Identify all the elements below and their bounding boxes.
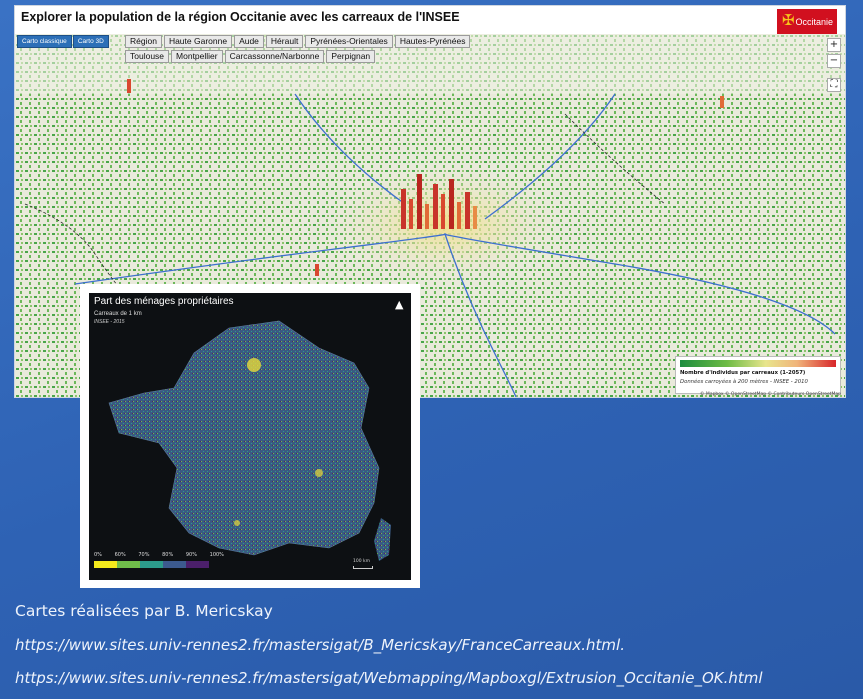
- legend-label: 80%: [162, 552, 174, 558]
- region-button-aude[interactable]: Aude: [234, 35, 264, 48]
- zoom-out-button[interactable]: −: [827, 54, 841, 68]
- legend-title: Nombre d'individus par carreaux (1-2057): [680, 370, 806, 376]
- legend-swatch: [94, 561, 117, 568]
- legend-label: 70%: [138, 552, 150, 558]
- fullscreen-icon[interactable]: ⛶: [827, 78, 841, 92]
- legend-source: Données carroyées à 200 mètres - INSEE -…: [680, 379, 808, 385]
- region-button-herault[interactable]: Hérault: [265, 35, 304, 48]
- inset-title: Part des ménages propriétaires: [94, 296, 234, 307]
- zoom-in-button[interactable]: +: [827, 38, 841, 52]
- region-button-pyrenees-orientales[interactable]: Pyrénées-Orientales: [305, 35, 393, 48]
- caption-author: Cartes réalisées par B. Mericskay: [15, 602, 273, 620]
- scale-label: 100 km: [353, 559, 371, 564]
- inset-source: INSEE - 2015: [94, 319, 125, 325]
- zoom-controls: + − ⛶: [827, 38, 841, 92]
- region-button-region[interactable]: Région: [125, 35, 162, 48]
- inset-subtitle: Carreaux de 1 km: [94, 311, 142, 317]
- tab-carto-classique[interactable]: Carto classique: [17, 35, 72, 48]
- map-attribution: © Mapbox © OpenStreetMap © Contributeurs…: [700, 392, 841, 397]
- logo-label: Occitanie: [795, 17, 833, 27]
- map-legend: Nombre d'individus par carreaux (1-2057)…: [675, 356, 841, 394]
- legend-swatch: [140, 561, 163, 568]
- occitan-cross-icon: ✠: [782, 12, 795, 29]
- region-button-hautes-pyrenees[interactable]: Hautes-Pyrénées: [394, 35, 471, 48]
- scale-bar: [353, 566, 373, 569]
- region-button-montpellier[interactable]: Montpellier: [171, 50, 223, 63]
- region-button-carcassonne-narbonne[interactable]: Carcassonne/Narbonne: [224, 50, 325, 63]
- legend-color-ramp: [680, 360, 836, 367]
- legend-label: 100%: [209, 552, 224, 558]
- region-buttons: Région Haute Garonne Aude Hérault Pyréné…: [125, 35, 485, 63]
- occitanie-logo: ✠ Occitanie: [777, 9, 837, 35]
- inset-legend-labels: 0% 60% 70% 80% 90% 100%: [94, 552, 224, 558]
- inset-legend: 0% 60% 70% 80% 90% 100%: [94, 552, 224, 568]
- legend-label: 90%: [185, 552, 197, 558]
- inset-map-canvas: Part des ménages propriétaires Carreaux …: [89, 293, 411, 580]
- region-button-haute-garonne[interactable]: Haute Garonne: [163, 35, 233, 48]
- france-inset-map: Part des ménages propriétaires Carreaux …: [80, 284, 420, 588]
- link-france-carreaux[interactable]: https://www.sites.univ-rennes2.fr/master…: [15, 636, 625, 654]
- tab-carto-3d[interactable]: Carto 3D: [72, 35, 109, 48]
- legend-label: 60%: [114, 552, 126, 558]
- north-arrow-icon: ▲: [395, 298, 404, 311]
- region-button-toulouse[interactable]: Toulouse: [125, 50, 170, 63]
- region-button-perpignan[interactable]: Perpignan: [326, 50, 376, 63]
- legend-swatch: [117, 561, 140, 568]
- map-mode-tabs: Carto classique Carto 3D: [17, 35, 109, 48]
- legend-label: 0%: [94, 552, 102, 558]
- link-extrusion-occitanie[interactable]: https://www.sites.univ-rennes2.fr/master…: [15, 669, 763, 687]
- legend-swatch: [163, 561, 186, 568]
- map-title: Explorer la population de la région Occi…: [21, 10, 460, 24]
- legend-swatch: [186, 561, 209, 568]
- france-choropleth: [108, 320, 391, 561]
